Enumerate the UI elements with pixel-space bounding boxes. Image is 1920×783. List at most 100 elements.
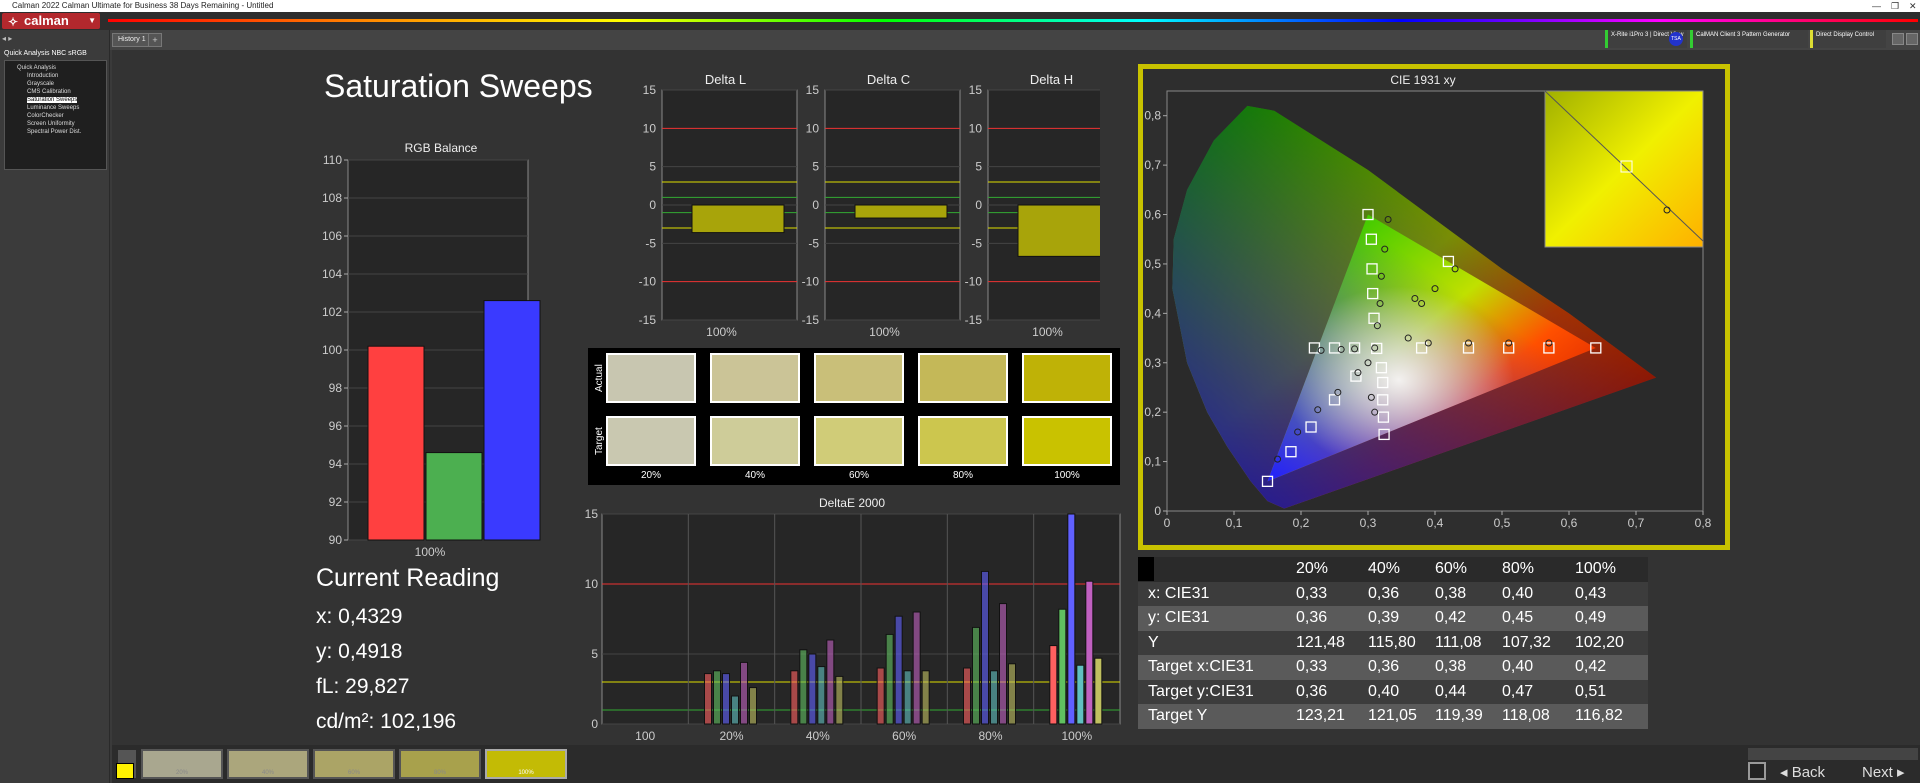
table-cell: 121,48: [1296, 633, 1345, 651]
close-icon[interactable]: ✕: [1909, 0, 1917, 12]
window-title: Calman 2022 Calman Ultimate for Business…: [12, 1, 274, 10]
blue-bar: [483, 300, 541, 541]
minimize-icon[interactable]: —: [1872, 0, 1881, 12]
y-tick-label: 5: [649, 160, 656, 174]
tree-item[interactable]: CMS Calibration: [9, 88, 102, 96]
table-cell: 0,47: [1502, 682, 1534, 700]
y-tick-label: 108: [322, 191, 342, 205]
tree-item[interactable]: Luminance Sweeps: [9, 104, 102, 112]
app-menu-button[interactable]: ✧ calman ▼: [2, 13, 100, 29]
deltae-bar: [999, 603, 1007, 725]
y-tick-label: 10: [969, 121, 983, 135]
help-icon[interactable]: [1906, 33, 1918, 45]
y-tick-label: 92: [329, 495, 343, 509]
deltae-bar: [713, 670, 721, 725]
tree-root[interactable]: Quick Analysis: [9, 64, 102, 72]
y-tick-label: -5: [808, 236, 819, 250]
back-label: Back: [1791, 764, 1826, 781]
table-cell: 0,42: [1575, 658, 1607, 675]
rgb-balance-chart: 110 108 106 104 102 100 98 96 94 92 90 100%: [322, 153, 541, 559]
pattern-swatch-button[interactable]: 100%: [485, 749, 567, 779]
corner-swatch: [1138, 557, 1154, 581]
tree-item[interactable]: ColorChecker: [9, 112, 102, 120]
x-tick-label: 60%: [892, 729, 916, 743]
y-tick-label: 90: [329, 533, 343, 547]
back-button[interactable]: ◂ Back: [1780, 763, 1825, 781]
tree-item-label: Luminance Sweeps: [27, 105, 80, 111]
pattern-generator-selector[interactable]: CalMAN Client 3 Pattern Generator: [1690, 30, 1808, 48]
x-tick-label: 0: [1164, 516, 1171, 530]
chevron-down-icon: ▼: [88, 16, 96, 25]
x-tick-label: 100%: [706, 325, 737, 339]
table-cell: 0,36: [1368, 584, 1400, 602]
pattern-generator-label: CalMAN Client 3 Pattern Generator: [1696, 32, 1791, 38]
tree-item-label: ColorChecker: [27, 113, 64, 119]
deltae-chart: 15 10 5 0 100 20% 40% 60% 80% 100%: [585, 508, 1121, 743]
row-label: Target Y: [1148, 707, 1208, 724]
restore-icon[interactable]: ❐: [1891, 0, 1899, 12]
x-tick-label: 0,5: [1494, 516, 1511, 530]
next-button[interactable]: Next ▸: [1862, 763, 1905, 781]
delta-panel-title: Delta L: [705, 72, 746, 87]
pattern-swatch-button[interactable]: 80%: [399, 749, 481, 779]
y-tick-label: 102: [322, 305, 342, 319]
y-tick-label: 98: [329, 381, 343, 395]
delta-panel-title: Delta H: [1030, 72, 1073, 87]
panel-nav-arrows[interactable]: ◂ ▸: [2, 34, 12, 43]
row-label: Y: [1148, 633, 1159, 651]
table-cell: 119,39: [1435, 707, 1483, 724]
y-tick-label: 94: [329, 457, 343, 471]
logo-text: calman: [24, 13, 69, 28]
actual-swatch: [606, 353, 696, 403]
table-cell: 0,49: [1575, 609, 1607, 626]
add-tab-button[interactable]: +: [148, 33, 162, 47]
column-header: 100%: [1575, 560, 1616, 577]
table-cell: 0,36: [1368, 658, 1400, 675]
nav-toolbar: [1748, 748, 1918, 760]
tab-history-1[interactable]: History 1: [112, 33, 152, 47]
table-cell: 0,40: [1502, 658, 1534, 675]
tree-item-label: Introduction: [27, 73, 59, 79]
actual-swatch: [814, 353, 904, 403]
y-tick-label: 0,4: [1144, 306, 1161, 320]
table-cell: 118,08: [1502, 707, 1550, 724]
display-control-label: Direct Display Control: [1816, 32, 1875, 38]
display-control-selector[interactable]: Direct Display Control: [1810, 30, 1886, 48]
y-tick-label: 10: [806, 121, 820, 135]
x-tick-label: 100%: [869, 325, 900, 339]
table-cell: 0,51: [1575, 682, 1607, 700]
y-tick-label: 0,3: [1144, 356, 1161, 370]
tree-item-label: Screen Uniformity: [27, 121, 75, 127]
column-header: 20%: [1296, 560, 1329, 577]
y-tick-label: 10: [585, 577, 599, 591]
stop-icon[interactable]: [1748, 762, 1766, 780]
y-tick-label: 5: [591, 647, 598, 661]
y-tick-label: 0,5: [1144, 257, 1161, 271]
y-tick-label: -10: [802, 275, 820, 289]
rainbow-divider: [108, 19, 1918, 22]
cie-diagram: 0 0,1 0,2 0,3 0,4 0,5 0,6 0,7 0,8 0,8 0,7 0,6 0,5 0,4…: [1144, 90, 1712, 530]
pattern-swatch-button[interactable]: 60%: [313, 749, 395, 779]
deltae-bar: [972, 626, 980, 725]
deltae-bar: [981, 570, 989, 725]
meter-status-icon[interactable]: TSA: [1669, 32, 1683, 46]
tree-item[interactable]: Spectral Power Dist.: [9, 128, 102, 136]
deltae-bar: [876, 667, 885, 725]
tree-item[interactable]: Introduction: [9, 72, 102, 80]
deltae-bar: [1067, 513, 1076, 725]
swatch-label: 60%: [848, 470, 869, 481]
table-cell: 123,21: [1296, 707, 1345, 724]
y-tick-label: 0,6: [1144, 208, 1161, 222]
tree-item[interactable]: Screen Uniformity: [9, 120, 102, 128]
table-cell: 107,32: [1502, 633, 1551, 651]
deltae-bar: [740, 661, 748, 725]
tree-item[interactable]: Saturation Sweeps: [9, 96, 102, 104]
deltae-bar: [749, 687, 757, 725]
settings-icon[interactable]: [1892, 33, 1904, 45]
delta-bar: [854, 204, 948, 219]
pattern-swatch-button[interactable]: 40%: [227, 749, 309, 779]
pattern-swatch-button[interactable]: 20%: [141, 749, 223, 779]
table-header-row: 20% 40% 60% 80% 100%: [1138, 557, 1648, 582]
tree-item[interactable]: Grayscale: [9, 80, 102, 88]
x-tick-label: 0,7: [1628, 516, 1645, 530]
